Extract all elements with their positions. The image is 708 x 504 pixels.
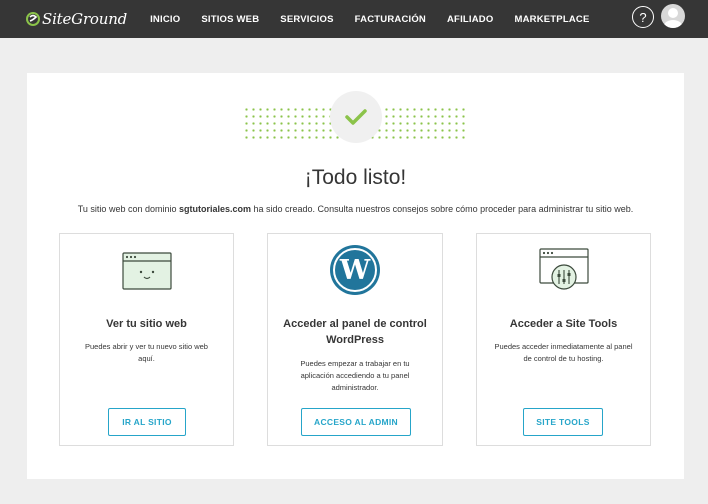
nav-marketplace[interactable]: MARKETPLACE bbox=[514, 14, 589, 25]
checkmark-icon bbox=[345, 109, 367, 125]
nav-servicios[interactable]: SERVICIOS bbox=[280, 14, 333, 25]
user-icon bbox=[664, 8, 682, 28]
success-check-badge bbox=[330, 91, 382, 143]
card-wordpress-admin: W Acceder al panel de control WordPress … bbox=[267, 233, 443, 446]
siteground-logo-icon bbox=[26, 12, 40, 26]
logo-text: SiteGround bbox=[42, 10, 128, 28]
go-to-site-button[interactable]: IR AL SITIO bbox=[108, 408, 186, 436]
success-panel: ¡Todo listo! Tu sitio web con dominio sg… bbox=[27, 73, 684, 479]
card-description: Puedes abrir y ver tu nuevo sitio web aq… bbox=[85, 342, 208, 363]
subtitle-text-post: ha sido creado. Consulta nuestros consej… bbox=[251, 204, 634, 214]
card-title: Ver tu sitio web bbox=[106, 318, 187, 330]
siteground-logo[interactable]: SiteGround bbox=[26, 0, 127, 38]
card-description: Puedes empezar a trabajar en tu aplicaci… bbox=[300, 359, 410, 392]
success-hero bbox=[243, 89, 467, 149]
subtitle-text-pre: Tu sitio web con dominio bbox=[77, 204, 179, 214]
subtitle-domain: sgtutoriales.com bbox=[178, 204, 252, 214]
card-description: Puedes acceder inmediatamente al panel d… bbox=[494, 342, 633, 363]
card-view-site: Ver tu sitio web Puedes abrir y ver tu n… bbox=[59, 233, 234, 446]
page-subtitle: Tu sitio web con dominio sgtutoriales.co… bbox=[27, 204, 684, 214]
svg-text:W: W bbox=[339, 255, 371, 286]
card-site-tools: Acceder a Site Tools Puedes acceder inme… bbox=[476, 233, 651, 446]
wordpress-icon: W bbox=[329, 244, 381, 301]
nav-facturacion[interactable]: FACTURACIÓN bbox=[355, 14, 426, 25]
browser-smiley-icon bbox=[121, 252, 172, 295]
avatar[interactable] bbox=[661, 4, 685, 28]
admin-access-button[interactable]: ACCESO AL ADMIN bbox=[301, 408, 411, 436]
top-navbar: SiteGround INICIO SITIOS WEB SERVICIOS F… bbox=[0, 0, 708, 38]
site-tools-button[interactable]: SITE TOOLS bbox=[523, 408, 603, 436]
nav-afiliado[interactable]: AFILIADO bbox=[447, 14, 493, 25]
site-tools-icon bbox=[538, 248, 589, 297]
main-nav: INICIO SITIOS WEB SERVICIOS FACTURACIÓN … bbox=[150, 14, 610, 25]
card-title: Acceder al panel de control WordPress bbox=[283, 318, 427, 346]
nav-sitios-web[interactable]: SITIOS WEB bbox=[201, 14, 259, 25]
help-icon[interactable]: ? bbox=[632, 6, 654, 28]
page-title: ¡Todo listo! bbox=[304, 166, 407, 189]
nav-inicio[interactable]: INICIO bbox=[150, 14, 180, 25]
card-title: Acceder a Site Tools bbox=[509, 318, 618, 330]
